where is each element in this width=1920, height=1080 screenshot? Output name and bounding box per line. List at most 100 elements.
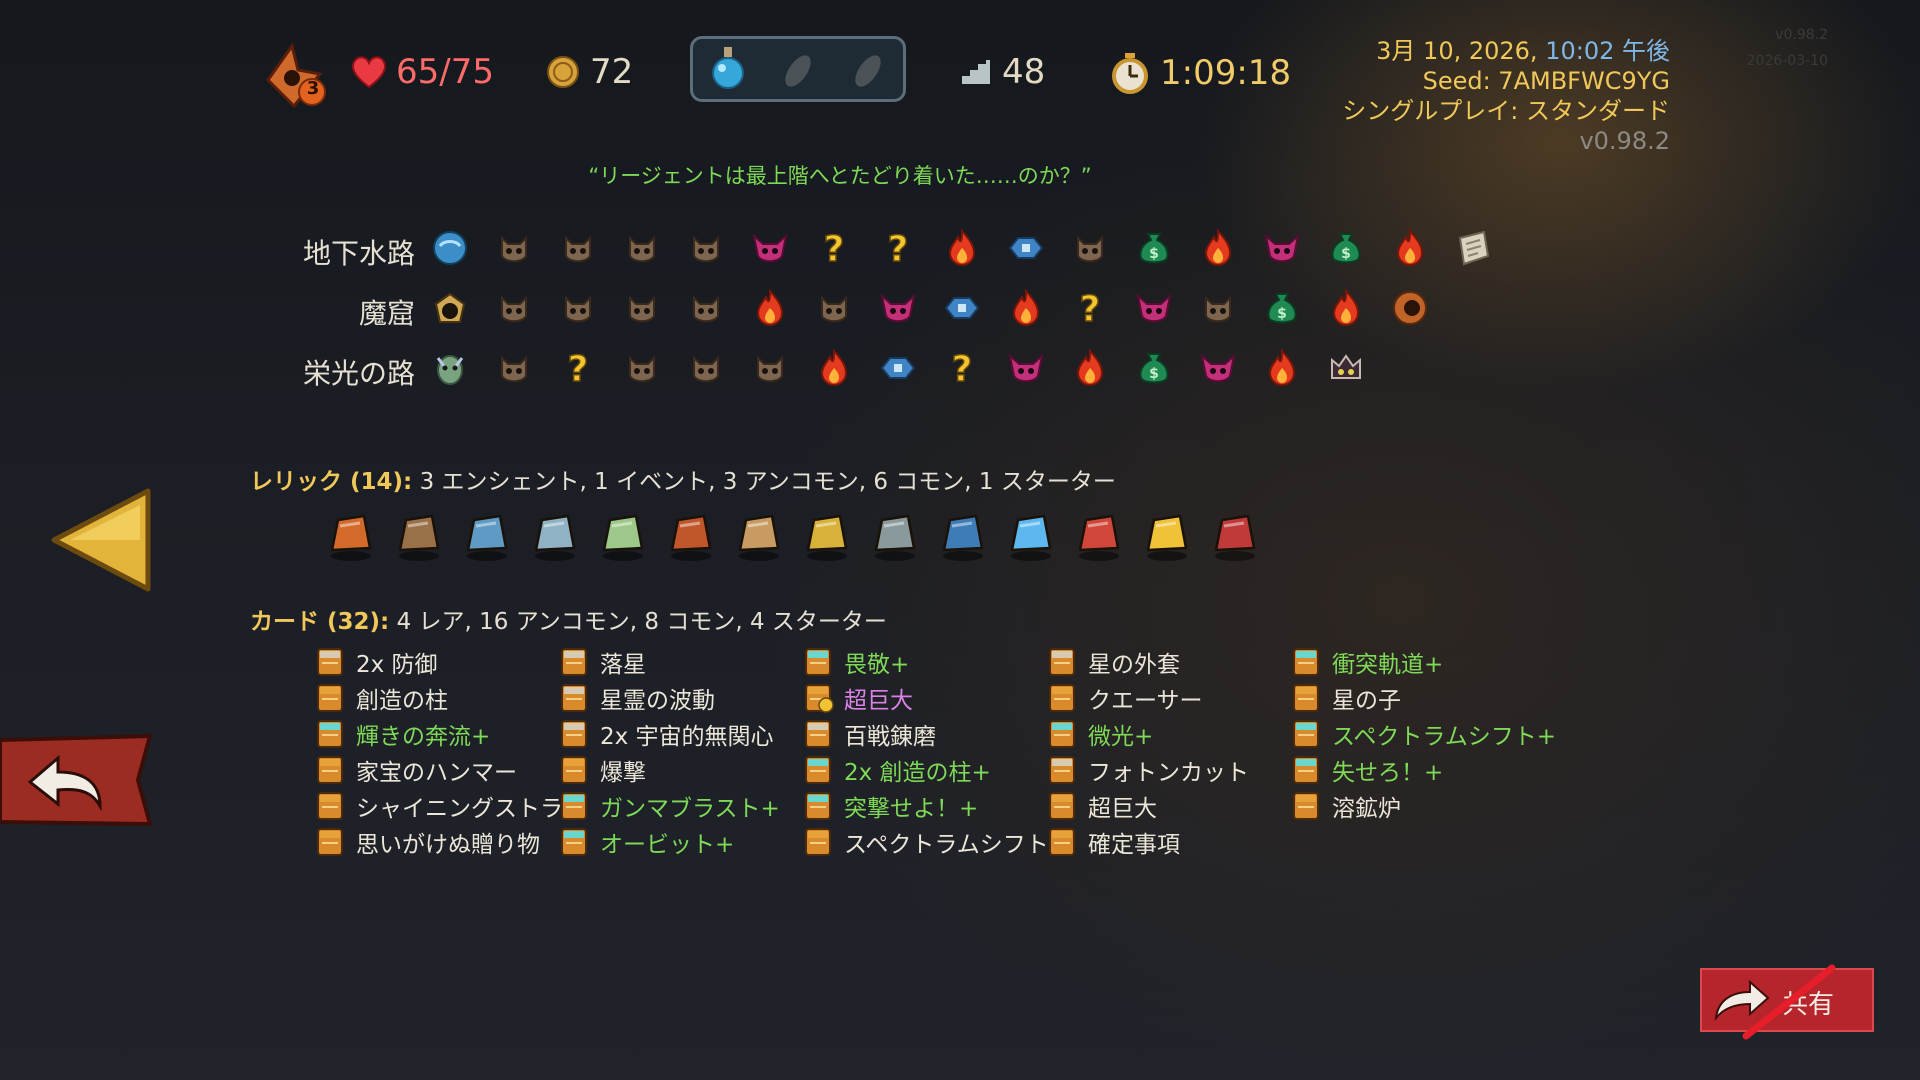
empty-potion-slot-icon[interactable] — [842, 43, 894, 95]
newtons-cradle-relic-icon[interactable] — [866, 506, 924, 564]
blue-potion-icon[interactable] — [702, 43, 754, 95]
card-list-item[interactable]: 百戦錬磨 — [804, 716, 1054, 752]
rest-node-icon[interactable] — [1198, 228, 1238, 268]
treasure-node-icon[interactable] — [878, 348, 918, 388]
card-list-item[interactable]: ガンマブラスト+ — [560, 788, 810, 824]
monster-node-icon[interactable] — [558, 288, 598, 328]
unknown-node-icon[interactable]: ? — [558, 348, 598, 388]
card-list-item[interactable]: クエーサー — [1048, 680, 1298, 716]
card-list-item[interactable]: 超巨大 — [1048, 788, 1298, 824]
card-list-item[interactable]: 爆撃 — [560, 752, 810, 788]
trident-relic-icon[interactable] — [934, 506, 992, 564]
merchant-node-icon[interactable]: $ — [1262, 288, 1302, 328]
green-gun-relic-icon[interactable] — [594, 506, 652, 564]
rest-node-icon[interactable] — [750, 288, 790, 328]
boss-scroll-node-icon[interactable] — [1454, 228, 1494, 268]
monster-node-icon[interactable] — [494, 288, 534, 328]
card-list-item[interactable]: 思いがけぬ贈り物 — [316, 824, 566, 860]
card-list-item[interactable]: 星の子 — [1292, 680, 1542, 716]
treasure-node-icon[interactable] — [942, 288, 982, 328]
card-list-item[interactable]: 2x 宇宙的無関心 — [560, 716, 810, 752]
elite-node-icon[interactable] — [1134, 288, 1174, 328]
banana-relic-icon[interactable] — [1138, 506, 1196, 564]
wooden-bundle-relic-icon[interactable] — [390, 506, 448, 564]
monster-node-icon[interactable] — [814, 288, 854, 328]
card-list-item[interactable]: 確定事項 — [1048, 824, 1298, 860]
rest-node-icon[interactable] — [1070, 348, 1110, 388]
crystal-rock-relic-icon[interactable] — [322, 506, 380, 564]
rest-node-icon[interactable] — [942, 228, 982, 268]
monster-node-icon[interactable] — [1198, 288, 1238, 328]
card-list-item[interactable]: シャイニングストラ… — [316, 788, 586, 824]
pumpkin-face-relic-icon[interactable] — [662, 506, 720, 564]
rest-node-icon[interactable] — [1262, 348, 1302, 388]
card-list-item[interactable]: 衝突軌道+ — [1292, 644, 1542, 680]
card-list-item[interactable]: オービット+ — [560, 824, 810, 860]
elite-node-icon[interactable] — [1006, 348, 1046, 388]
monster-node-icon[interactable] — [750, 348, 790, 388]
unknown-node-icon[interactable]: ? — [814, 228, 854, 268]
empty-potion-slot-icon[interactable] — [772, 43, 824, 95]
elite-node-icon[interactable] — [1198, 348, 1238, 388]
rest-node-icon[interactable] — [1006, 288, 1046, 328]
elite-node-icon[interactable] — [878, 288, 918, 328]
treasure-node-icon[interactable] — [1006, 228, 1046, 268]
character-ascension-icon[interactable]: 3 — [258, 40, 330, 112]
sunflower-pot-relic-icon[interactable] — [798, 506, 856, 564]
card-list-item[interactable]: 溶鉱炉 — [1292, 788, 1542, 824]
card-list-item[interactable]: フォトンカット — [1048, 752, 1298, 788]
hp-display[interactable]: 65/75 — [350, 52, 494, 92]
elite-node-icon[interactable] — [750, 228, 790, 268]
boss-orb-node-icon[interactable] — [1390, 288, 1430, 328]
monster-node-icon[interactable] — [686, 288, 726, 328]
rest-node-icon[interactable] — [1326, 288, 1366, 328]
backpack-relic-icon[interactable] — [730, 506, 788, 564]
card-list-item[interactable]: 失せろ！+ — [1292, 752, 1542, 788]
boss-crown-node-icon[interactable] — [1326, 348, 1366, 388]
back-button[interactable] — [0, 730, 160, 830]
unknown-node-icon[interactable]: ? — [942, 348, 982, 388]
card-list-item[interactable]: 2x 創造の柱+ — [804, 752, 1054, 788]
anvil-relic-icon[interactable] — [458, 506, 516, 564]
horn-relic-icon[interactable] — [1070, 506, 1128, 564]
monster-node-icon[interactable] — [622, 348, 662, 388]
card-list-item[interactable]: 創造の柱 — [316, 680, 566, 716]
card-list-item[interactable]: 輝きの奔流+ — [316, 716, 566, 752]
merchant-node-icon[interactable]: $ — [1134, 348, 1174, 388]
card-list-item[interactable]: 落星 — [560, 644, 810, 680]
gold-display[interactable]: 72 — [546, 52, 633, 92]
card-list-item[interactable]: 星霊の波動 — [560, 680, 810, 716]
previous-run-button[interactable] — [50, 485, 160, 595]
red-box-relic-icon[interactable] — [1206, 506, 1264, 564]
glory-boss-icon[interactable] — [430, 348, 470, 388]
monster-node-icon[interactable] — [494, 348, 534, 388]
monster-node-icon[interactable] — [558, 228, 598, 268]
tarnished-plate-relic-icon[interactable] — [526, 506, 584, 564]
monster-node-icon[interactable] — [686, 228, 726, 268]
monster-node-icon[interactable] — [1070, 228, 1110, 268]
monster-node-icon[interactable] — [686, 348, 726, 388]
spirit-ghost-relic-icon[interactable] — [1002, 506, 1060, 564]
card-list-item[interactable]: 微光+ — [1048, 716, 1298, 752]
monster-node-icon[interactable] — [622, 228, 662, 268]
rest-node-icon[interactable] — [814, 348, 854, 388]
card-list-item[interactable]: 突撃せよ！+ — [804, 788, 1054, 824]
monster-node-icon[interactable] — [494, 228, 534, 268]
card-list-item[interactable]: 家宝のハンマー — [316, 752, 566, 788]
unknown-node-icon[interactable]: ? — [878, 228, 918, 268]
hive-boss-icon[interactable] — [430, 288, 470, 328]
card-list-item[interactable]: スペクトラムシフト — [804, 824, 1054, 860]
run-timer[interactable]: 1:09:18 — [1110, 52, 1291, 94]
card-list-item[interactable]: 2x 防御 — [316, 644, 566, 680]
merchant-node-icon[interactable]: $ — [1326, 228, 1366, 268]
card-list-item[interactable]: 星の外套 — [1048, 644, 1298, 680]
monster-node-icon[interactable] — [622, 288, 662, 328]
floor-display[interactable]: 48 — [960, 52, 1045, 92]
card-list-item[interactable]: 超巨大 — [804, 680, 1054, 716]
card-list-item[interactable]: 畏敬+ — [804, 644, 1054, 680]
rest-node-icon[interactable] — [1390, 228, 1430, 268]
elite-node-icon[interactable] — [1262, 228, 1302, 268]
merchant-node-icon[interactable]: $ — [1134, 228, 1174, 268]
share-button[interactable]: 共有 — [1700, 964, 1874, 1040]
unknown-node-icon[interactable]: ? — [1070, 288, 1110, 328]
